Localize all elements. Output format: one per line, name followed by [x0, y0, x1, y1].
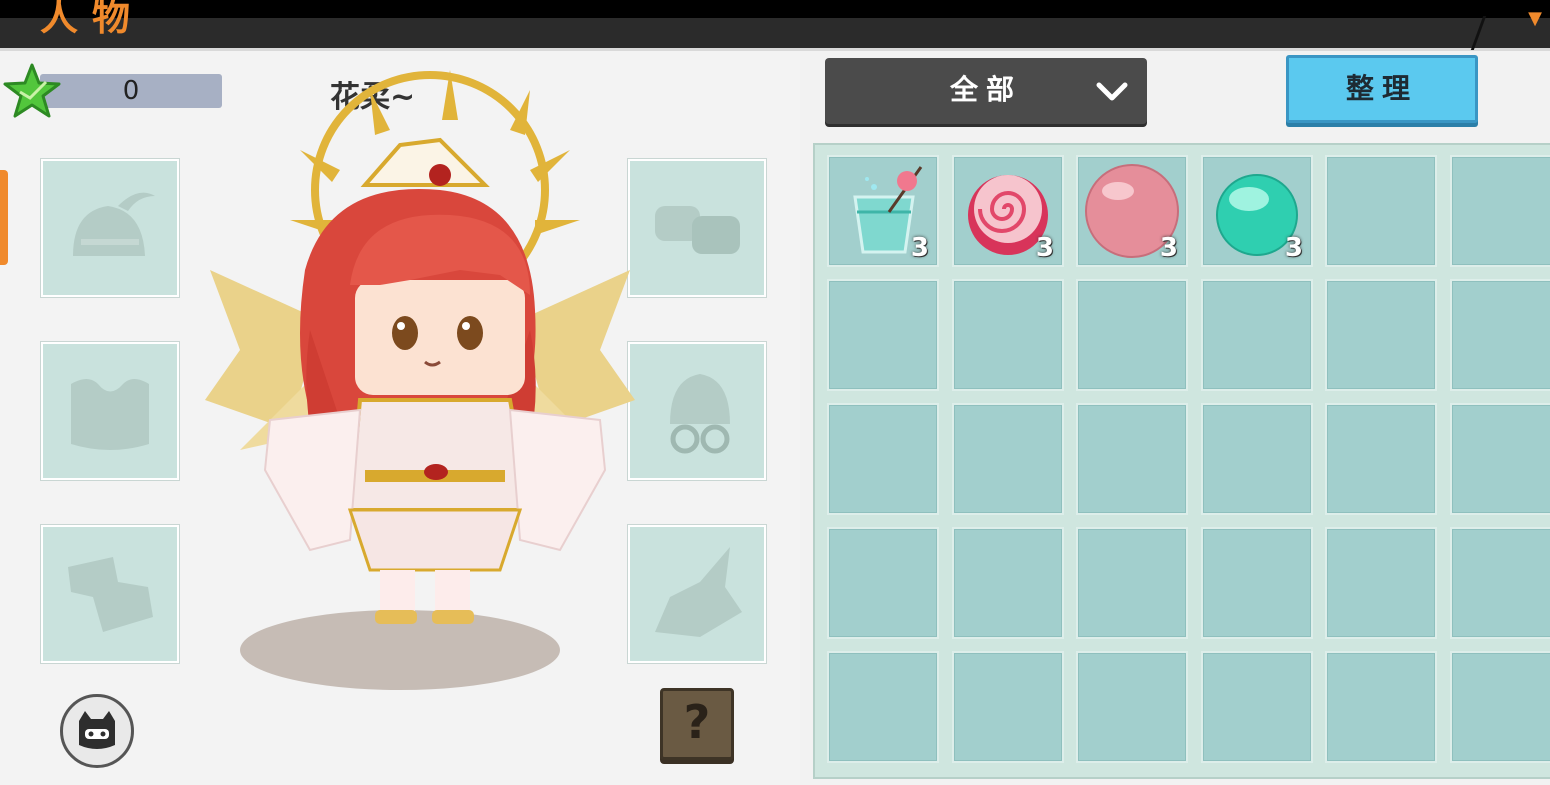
inventory-slot[interactable] [1201, 651, 1313, 763]
sort-button-label: 整理 [1345, 72, 1418, 105]
inventory-slot[interactable] [1450, 279, 1550, 391]
gloves-slot[interactable] [628, 159, 766, 297]
boots-slot[interactable] [41, 525, 179, 663]
status-strip [0, 0, 1550, 18]
gloves-icon [655, 206, 740, 254]
inventory-slot[interactable] [827, 279, 939, 391]
inventory-slot[interactable] [1076, 651, 1188, 763]
inventory-slot[interactable] [1450, 527, 1550, 639]
top-bar: 人物 ▼ [0, 0, 1550, 51]
chestplate-icon [71, 379, 149, 450]
item-count: 3 [1159, 233, 1178, 263]
chevron-down-icon [1096, 82, 1128, 101]
star-counter-value: 0 [122, 76, 140, 106]
inventory-slot[interactable] [827, 651, 939, 763]
helmet-slot[interactable] [41, 159, 179, 297]
category-filter-dropdown[interactable]: 全部 [825, 58, 1147, 124]
inventory-slot[interactable]: 3 [1076, 155, 1188, 267]
inventory-slot[interactable] [1325, 651, 1437, 763]
question-mark-icon: ? [683, 695, 711, 749]
inventory-slot[interactable] [952, 279, 1064, 391]
accessory-slot[interactable] [628, 342, 766, 480]
inventory-slot[interactable]: 3 [1201, 155, 1313, 267]
inventory-slot[interactable] [1325, 527, 1437, 639]
star-icon [2, 62, 62, 122]
inventory-slot[interactable] [1076, 527, 1188, 639]
item-count: 3 [1284, 233, 1303, 263]
inventory-slot[interactable] [1201, 403, 1313, 515]
tab-divider [1470, 16, 1487, 50]
boots-icon [68, 557, 153, 632]
inventory-slot[interactable] [1076, 403, 1188, 515]
inventory-slot[interactable] [952, 403, 1064, 515]
inventory-slot[interactable] [952, 527, 1064, 639]
inventory-slot[interactable] [952, 651, 1064, 763]
glasses-accessory-icon [670, 374, 730, 454]
helmet-icon [73, 192, 155, 256]
item-count: 3 [910, 233, 929, 263]
inventory-slot[interactable] [1450, 155, 1550, 267]
inventory-slot[interactable] [1201, 527, 1313, 639]
item-count: 3 [1035, 233, 1054, 263]
inventory-slot[interactable] [1325, 279, 1437, 391]
armor-slot[interactable] [41, 342, 179, 480]
side-tab-indicator[interactable] [0, 170, 8, 265]
inventory-slot[interactable] [1201, 279, 1313, 391]
inventory-slot[interactable] [827, 527, 939, 639]
help-button[interactable]: ? [660, 688, 734, 760]
character-avatar[interactable] [200, 70, 640, 700]
mount-slot[interactable] [628, 525, 766, 663]
inventory-slot[interactable] [1325, 403, 1437, 515]
inventory-slot[interactable]: 3 [952, 155, 1064, 267]
pet-face-icon [79, 711, 115, 749]
inventory-slot[interactable] [1450, 651, 1550, 763]
pet-button[interactable] [60, 694, 134, 768]
inventory-slot[interactable]: 3 [827, 155, 939, 267]
inventory-slot[interactable] [1325, 155, 1437, 267]
dragon-head-icon [655, 547, 742, 637]
inventory-slot[interactable] [1450, 403, 1550, 515]
inventory-slot[interactable] [827, 403, 939, 515]
inventory-slot[interactable] [1076, 279, 1188, 391]
dropdown-arrow-icon[interactable]: ▼ [1528, 8, 1542, 29]
sort-button[interactable]: 整理 [1286, 55, 1478, 123]
page-title: 人物 [40, 0, 145, 39]
